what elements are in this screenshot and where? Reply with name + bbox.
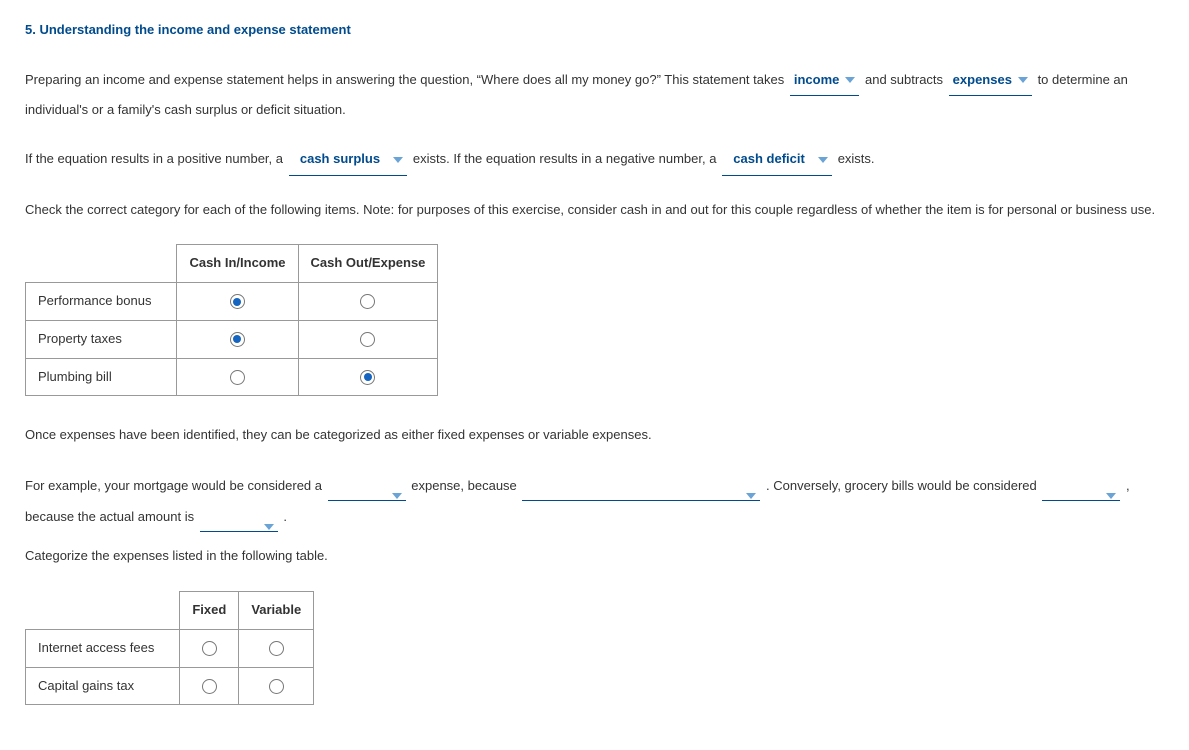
paragraph-1: Preparing an income and expense statemen… (25, 66, 1164, 125)
paragraph-3: Check the correct category for each of t… (25, 196, 1164, 225)
radio-variable[interactable] (269, 679, 284, 694)
radio-fixed[interactable] (202, 641, 217, 656)
radio-fixed[interactable] (202, 679, 217, 694)
empty-header (26, 245, 177, 283)
paragraph-5: For example, your mortgage would be cons… (25, 470, 1164, 532)
text: Preparing an income and expense statemen… (25, 72, 784, 87)
col-header-expense: Cash Out/Expense (298, 245, 438, 283)
dropdown-fixed-variable-1[interactable] (328, 487, 406, 501)
radio-expense[interactable] (360, 370, 375, 385)
table-row: Performance bonus (26, 282, 438, 320)
dropdown-deficit[interactable]: cash deficit (722, 145, 832, 176)
paragraph-4: Once expenses have been identified, they… (25, 421, 1164, 450)
table-row: Plumbing bill (26, 358, 438, 396)
chevron-down-icon (264, 524, 274, 530)
col-header-income: Cash In/Income (177, 245, 298, 283)
chevron-down-icon (392, 493, 402, 499)
dropdown-value: expenses (953, 72, 1012, 87)
dropdown-income[interactable]: income (790, 66, 860, 97)
section-heading: 5. Understanding the income and expense … (25, 20, 1164, 41)
row-label: Performance bonus (26, 282, 177, 320)
text: exists. (838, 151, 875, 166)
paragraph-6: Categorize the expenses listed in the fo… (25, 542, 1164, 571)
row-label: Property taxes (26, 320, 177, 358)
chevron-down-icon (393, 157, 403, 163)
table-row: Internet access fees (26, 629, 314, 667)
text: exists. If the equation results in a neg… (413, 151, 717, 166)
col-header-variable: Variable (239, 591, 314, 629)
table-row: Capital gains tax (26, 667, 314, 705)
text: and subtracts (865, 72, 943, 87)
empty-header (26, 591, 180, 629)
radio-income[interactable] (230, 332, 245, 347)
dropdown-fixed-variable-2[interactable] (1042, 487, 1120, 501)
dropdown-surplus[interactable]: cash surplus (289, 145, 408, 176)
radio-income[interactable] (230, 294, 245, 309)
table-cash-category: Cash In/Income Cash Out/Expense Performa… (25, 244, 438, 396)
row-label: Plumbing bill (26, 358, 177, 396)
dropdown-value: cash deficit (733, 151, 805, 166)
dropdown-reason-1[interactable] (522, 487, 760, 501)
row-label: Capital gains tax (26, 667, 180, 705)
col-header-fixed: Fixed (180, 591, 239, 629)
text: If the equation results in a positive nu… (25, 151, 283, 166)
radio-expense[interactable] (360, 332, 375, 347)
chevron-down-icon (1106, 493, 1116, 499)
text: For example, your mortgage would be cons… (25, 478, 322, 493)
text: expense, because (411, 478, 517, 493)
radio-expense[interactable] (360, 294, 375, 309)
dropdown-reason-2[interactable] (200, 518, 278, 532)
chevron-down-icon (746, 493, 756, 499)
table-row: Property taxes (26, 320, 438, 358)
dropdown-value: income (794, 72, 840, 87)
chevron-down-icon (1018, 77, 1028, 83)
dropdown-value: cash surplus (300, 151, 380, 166)
radio-variable[interactable] (269, 641, 284, 656)
dropdown-expenses[interactable]: expenses (949, 66, 1032, 97)
row-label: Internet access fees (26, 629, 180, 667)
chevron-down-icon (818, 157, 828, 163)
text: . Conversely, grocery bills would be con… (766, 478, 1037, 493)
chevron-down-icon (845, 77, 855, 83)
radio-income[interactable] (230, 370, 245, 385)
paragraph-2: If the equation results in a positive nu… (25, 145, 1164, 176)
text: . (283, 509, 287, 524)
table-fixed-variable: Fixed Variable Internet access fees Capi… (25, 591, 314, 705)
